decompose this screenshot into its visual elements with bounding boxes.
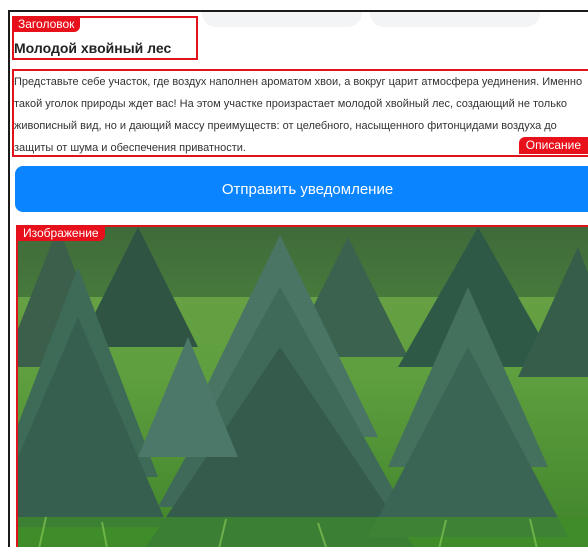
description-annotation-tag: Описание	[518, 137, 588, 154]
page-frame: Заголовок Молодой хвойный лес Представьт…	[8, 10, 588, 547]
title-annotation-tag: Заголовок	[12, 17, 81, 32]
page-title: Молодой хвойный лес	[14, 40, 172, 56]
image-annotation-tag: Изображение	[17, 226, 105, 241]
description-text: Представьте себе участок, где воздух нап…	[14, 76, 583, 154]
image-annotation-box	[16, 225, 588, 547]
top-tab-stub	[202, 12, 362, 27]
send-notification-button[interactable]: Отправить уведомление	[15, 166, 588, 212]
top-tab-stub	[370, 12, 540, 27]
